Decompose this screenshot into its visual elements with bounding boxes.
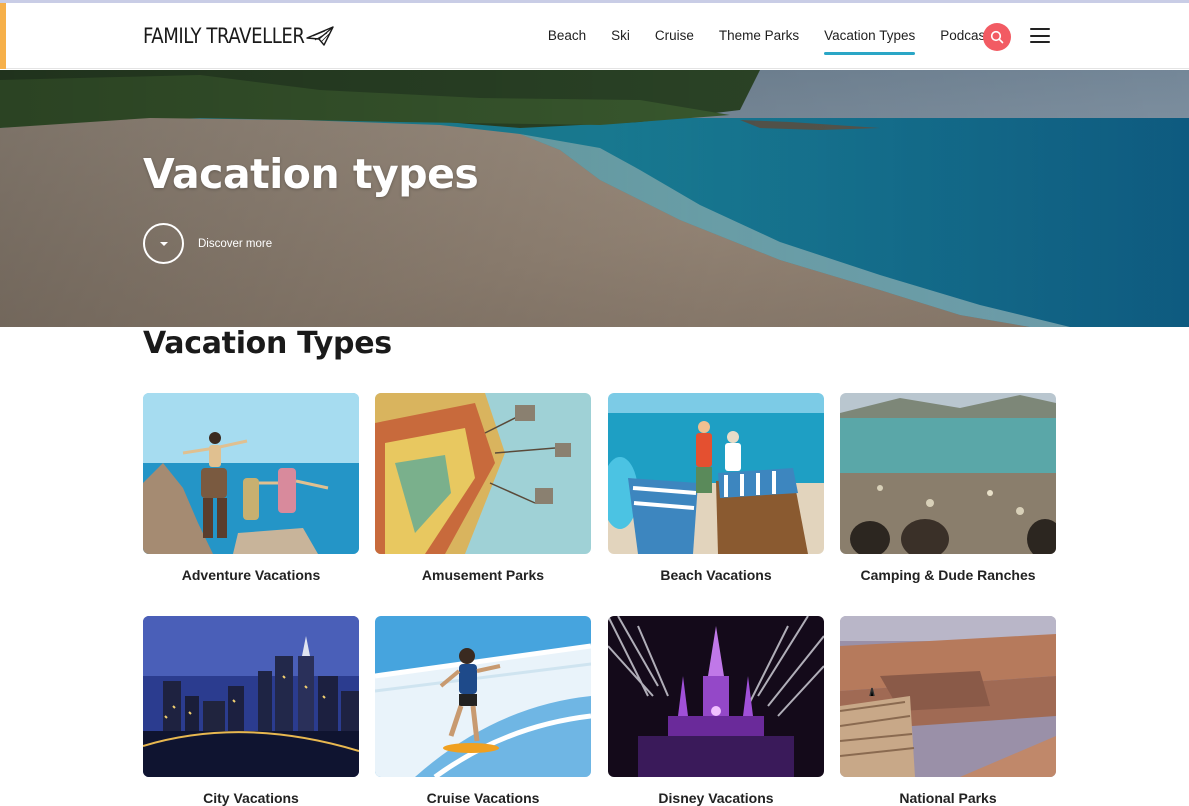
vacation-card-amusement[interactable]: Amusement Parks (375, 393, 591, 583)
nav-link-beach[interactable]: Beach (548, 26, 586, 46)
card-label[interactable]: Cruise Vacations (375, 790, 591, 806)
nav-link-vacation-types[interactable]: Vacation Types (824, 26, 916, 55)
camping-ranches-image[interactable] (840, 393, 1056, 554)
vacation-card-national-parks[interactable]: National Parks (840, 616, 1056, 806)
nav-link-podcast[interactable]: Podcast (940, 26, 989, 46)
vacation-card-cruise[interactable]: Cruise Vacations (375, 616, 591, 806)
side-accent-bar (0, 3, 6, 69)
card-label[interactable]: National Parks (840, 790, 1056, 806)
card-label[interactable]: Adventure Vacations (143, 567, 359, 583)
paper-plane-icon (306, 26, 334, 46)
discover-more-button[interactable]: Discover more (143, 223, 272, 264)
nav-link-theme-parks[interactable]: Theme Parks (719, 26, 799, 46)
national-parks-image[interactable] (840, 616, 1056, 777)
section-title: Vacation Types (143, 326, 392, 361)
nav-link-ski[interactable]: Ski (611, 26, 630, 46)
city-vacations-image[interactable] (143, 616, 359, 777)
card-label[interactable]: Camping & Dude Ranches (840, 567, 1056, 583)
vacation-card-camping[interactable]: Camping & Dude Ranches (840, 393, 1056, 583)
nav-link-cruise[interactable]: Cruise (655, 26, 694, 46)
discover-circle[interactable] (143, 223, 184, 264)
card-label[interactable]: Disney Vacations (608, 790, 824, 806)
hero-title: Vacation types (143, 150, 479, 198)
beach-hero-image (0, 70, 1189, 327)
vacation-card-city[interactable]: City Vacations (143, 616, 359, 806)
adventure-vacations-image[interactable] (143, 393, 359, 554)
caret-down-icon (159, 241, 168, 246)
vacation-card-beach[interactable]: Beach Vacations (608, 393, 824, 583)
vacation-card-adventure[interactable]: Adventure Vacations (143, 393, 359, 583)
logo-text: FAMILY TRAVELLER (143, 24, 305, 48)
site-logo[interactable]: FAMILY TRAVELLER (143, 21, 334, 51)
search-button[interactable] (983, 23, 1011, 51)
vacation-card-disney[interactable]: Disney Vacations (608, 616, 824, 806)
site-header: FAMILY TRAVELLER Beach Ski Cruise Theme … (0, 3, 1189, 69)
main-nav: Beach Ski Cruise Theme Parks Vacation Ty… (523, 3, 989, 69)
hero-banner: Vacation types Discover more (0, 70, 1189, 327)
card-label[interactable]: City Vacations (143, 790, 359, 806)
discover-more-label: Discover more (198, 237, 273, 250)
beach-vacations-image[interactable] (608, 393, 824, 554)
search-icon (990, 30, 1004, 44)
card-label[interactable]: Amusement Parks (375, 567, 591, 583)
cruise-vacations-image[interactable] (375, 616, 591, 777)
card-label[interactable]: Beach Vacations (608, 567, 824, 583)
amusement-parks-image[interactable] (375, 393, 591, 554)
hamburger-menu-icon[interactable] (1030, 28, 1050, 46)
disney-vacations-image[interactable] (608, 616, 824, 777)
